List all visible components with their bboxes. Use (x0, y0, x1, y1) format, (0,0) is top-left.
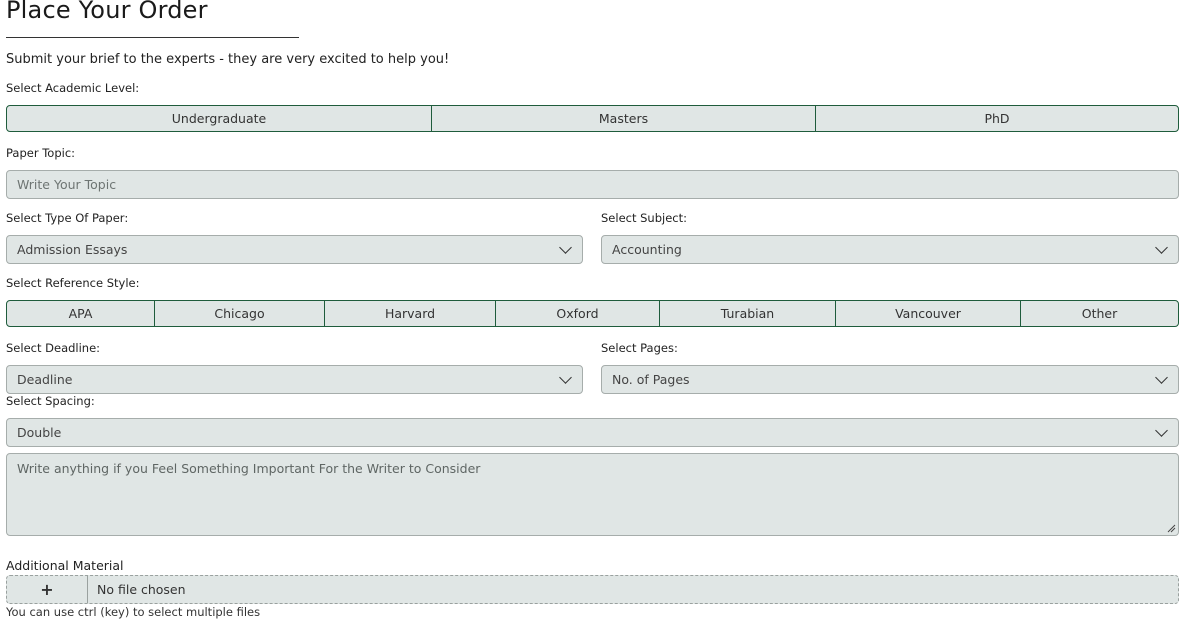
pages-label: Select Pages: (601, 341, 678, 355)
reference-style-chicago[interactable]: Chicago (155, 301, 325, 326)
reference-style-harvard[interactable]: Harvard (325, 301, 496, 326)
chevron-down-icon (1155, 424, 1168, 437)
chevron-down-icon (1155, 241, 1168, 254)
academic-level-phd[interactable]: PhD (816, 106, 1178, 131)
reference-style-label: Select Reference Style: (6, 276, 140, 290)
academic-level-masters[interactable]: Masters (432, 106, 816, 131)
subject-select[interactable]: Accounting (601, 235, 1179, 264)
pages-value: No. of Pages (612, 372, 690, 387)
spacing-select[interactable]: Double (6, 418, 1179, 447)
page-title: Place Your Order (6, 0, 208, 24)
academic-level-group: Undergraduate Masters PhD (6, 105, 1179, 132)
academic-level-undergraduate[interactable]: Undergraduate (7, 106, 432, 131)
reference-style-apa[interactable]: APA (7, 301, 155, 326)
paper-type-label: Select Type Of Paper: (6, 211, 129, 225)
spacing-value: Double (17, 425, 62, 440)
title-underline (6, 37, 299, 38)
file-hint: You can use ctrl (key) to select multipl… (6, 605, 261, 619)
reference-style-oxford[interactable]: Oxford (496, 301, 660, 326)
additional-material-label: Additional Material (6, 558, 124, 573)
chevron-down-icon (1155, 371, 1168, 384)
paper-topic-input[interactable]: Write Your Topic (6, 170, 1179, 199)
subject-value: Accounting (612, 242, 682, 257)
reference-style-vancouver[interactable]: Vancouver (836, 301, 1021, 326)
notes-textarea[interactable]: Write anything if you Feel Something Imp… (6, 453, 1179, 536)
deadline-select[interactable]: Deadline (6, 365, 583, 394)
academic-level-label: Select Academic Level: (6, 81, 140, 95)
file-status: No file chosen (97, 582, 186, 597)
chevron-down-icon (559, 371, 572, 384)
file-upload[interactable]: + No file chosen (6, 575, 1179, 604)
deadline-value: Deadline (17, 372, 73, 387)
resize-grip-icon[interactable] (1167, 524, 1176, 533)
paper-type-value: Admission Essays (17, 242, 128, 257)
spacing-label: Select Spacing: (6, 394, 95, 408)
reference-style-other[interactable]: Other (1021, 301, 1178, 326)
notes-placeholder: Write anything if you Feel Something Imp… (17, 461, 481, 476)
chevron-down-icon (559, 241, 572, 254)
paper-topic-label: Paper Topic: (6, 146, 76, 160)
add-file-button[interactable]: + (7, 576, 88, 603)
deadline-label: Select Deadline: (6, 341, 101, 355)
pages-select[interactable]: No. of Pages (601, 365, 1179, 394)
page-subtitle: Submit your brief to the experts - they … (6, 52, 450, 67)
subject-label: Select Subject: (601, 211, 687, 225)
reference-style-turabian[interactable]: Turabian (660, 301, 836, 326)
paper-type-select[interactable]: Admission Essays (6, 235, 583, 264)
reference-style-group: APA Chicago Harvard Oxford Turabian Vanc… (6, 300, 1179, 327)
